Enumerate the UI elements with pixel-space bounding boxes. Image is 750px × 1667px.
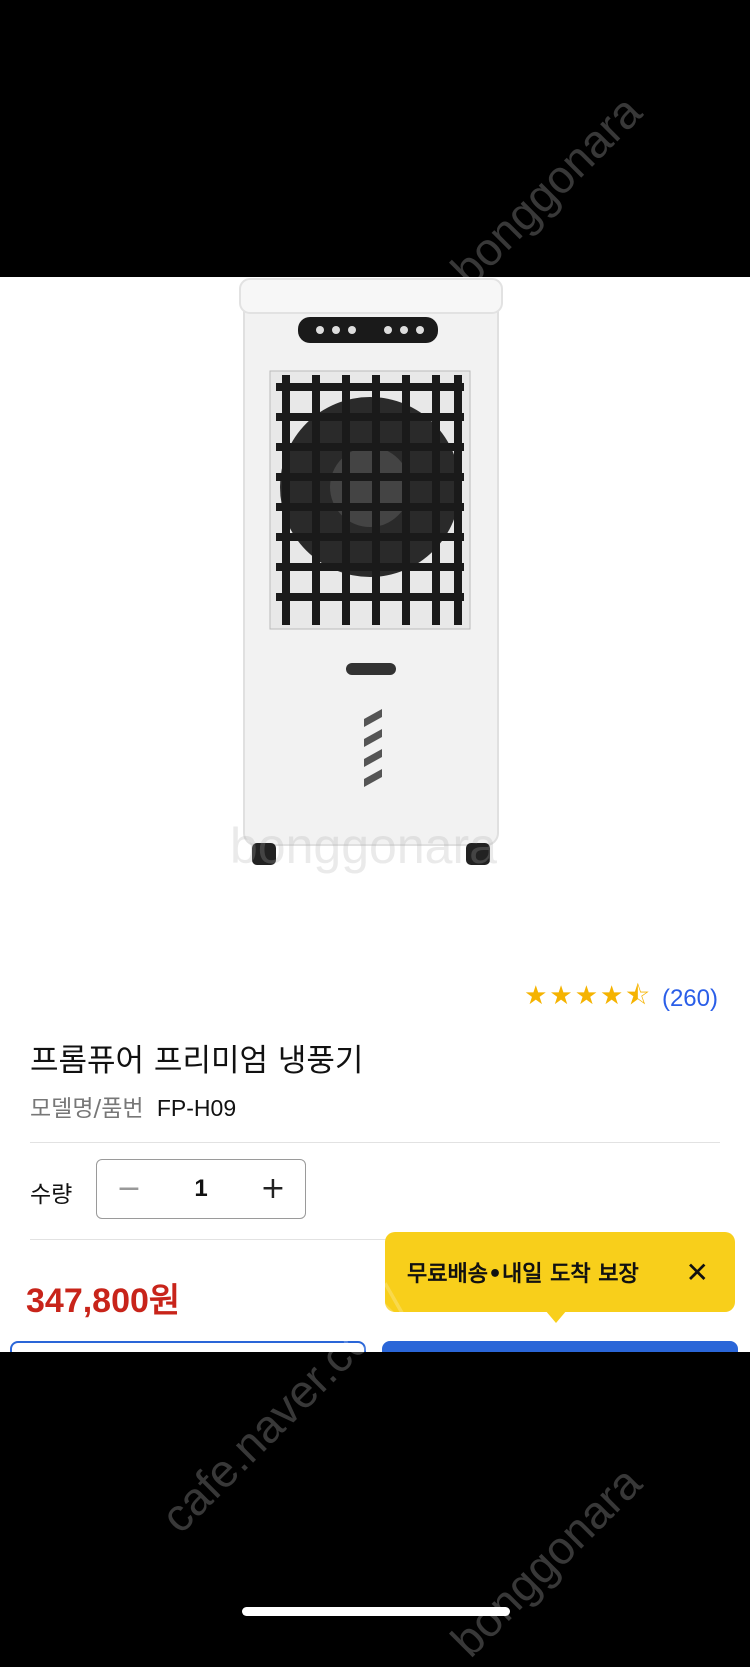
close-icon[interactable]: ✕ xyxy=(686,1256,709,1289)
star-icon: ★★★★⯪ xyxy=(524,981,652,1011)
watermark-bottom-right: bonggonara xyxy=(440,1456,652,1667)
plus-icon[interactable]: + xyxy=(241,1174,305,1204)
top-letterbox xyxy=(0,0,750,277)
quantity-value[interactable]: 1 xyxy=(194,1175,207,1203)
model-row: 모델명/품번 FP-H09 xyxy=(30,1089,236,1123)
model-value: FP-H09 xyxy=(156,1095,237,1121)
tooltip-arrow xyxy=(545,1310,567,1323)
product-title: 프롬퓨어 프리미엄 냉풍기 xyxy=(30,1043,364,1079)
product-detail-page: bonggonara ★★★★⯪ (260) 프롬퓨어 프리미엄 냉풍기 모델명… xyxy=(0,277,750,1352)
model-label: 모델명/품번 xyxy=(30,1096,144,1122)
price: 347,800원 xyxy=(26,1282,181,1320)
review-count[interactable]: (260) xyxy=(662,985,718,1013)
rating[interactable]: ★★★★⯪ (260) xyxy=(524,977,718,1021)
quantity-stepper[interactable]: − 1 + xyxy=(96,1159,306,1219)
delivery-tooltip: 무료배송•내일 도착 보장 ✕ xyxy=(385,1232,735,1312)
product-image[interactable] xyxy=(0,277,750,957)
divider xyxy=(30,1142,720,1143)
minus-icon[interactable]: − xyxy=(97,1174,161,1204)
home-indicator[interactable] xyxy=(242,1607,510,1616)
quantity-label: 수량 xyxy=(30,1182,73,1208)
cart-button[interactable] xyxy=(10,1341,366,1352)
tooltip-text: 무료배송•내일 도착 보장 xyxy=(407,1262,639,1287)
buy-button[interactable] xyxy=(382,1341,738,1352)
